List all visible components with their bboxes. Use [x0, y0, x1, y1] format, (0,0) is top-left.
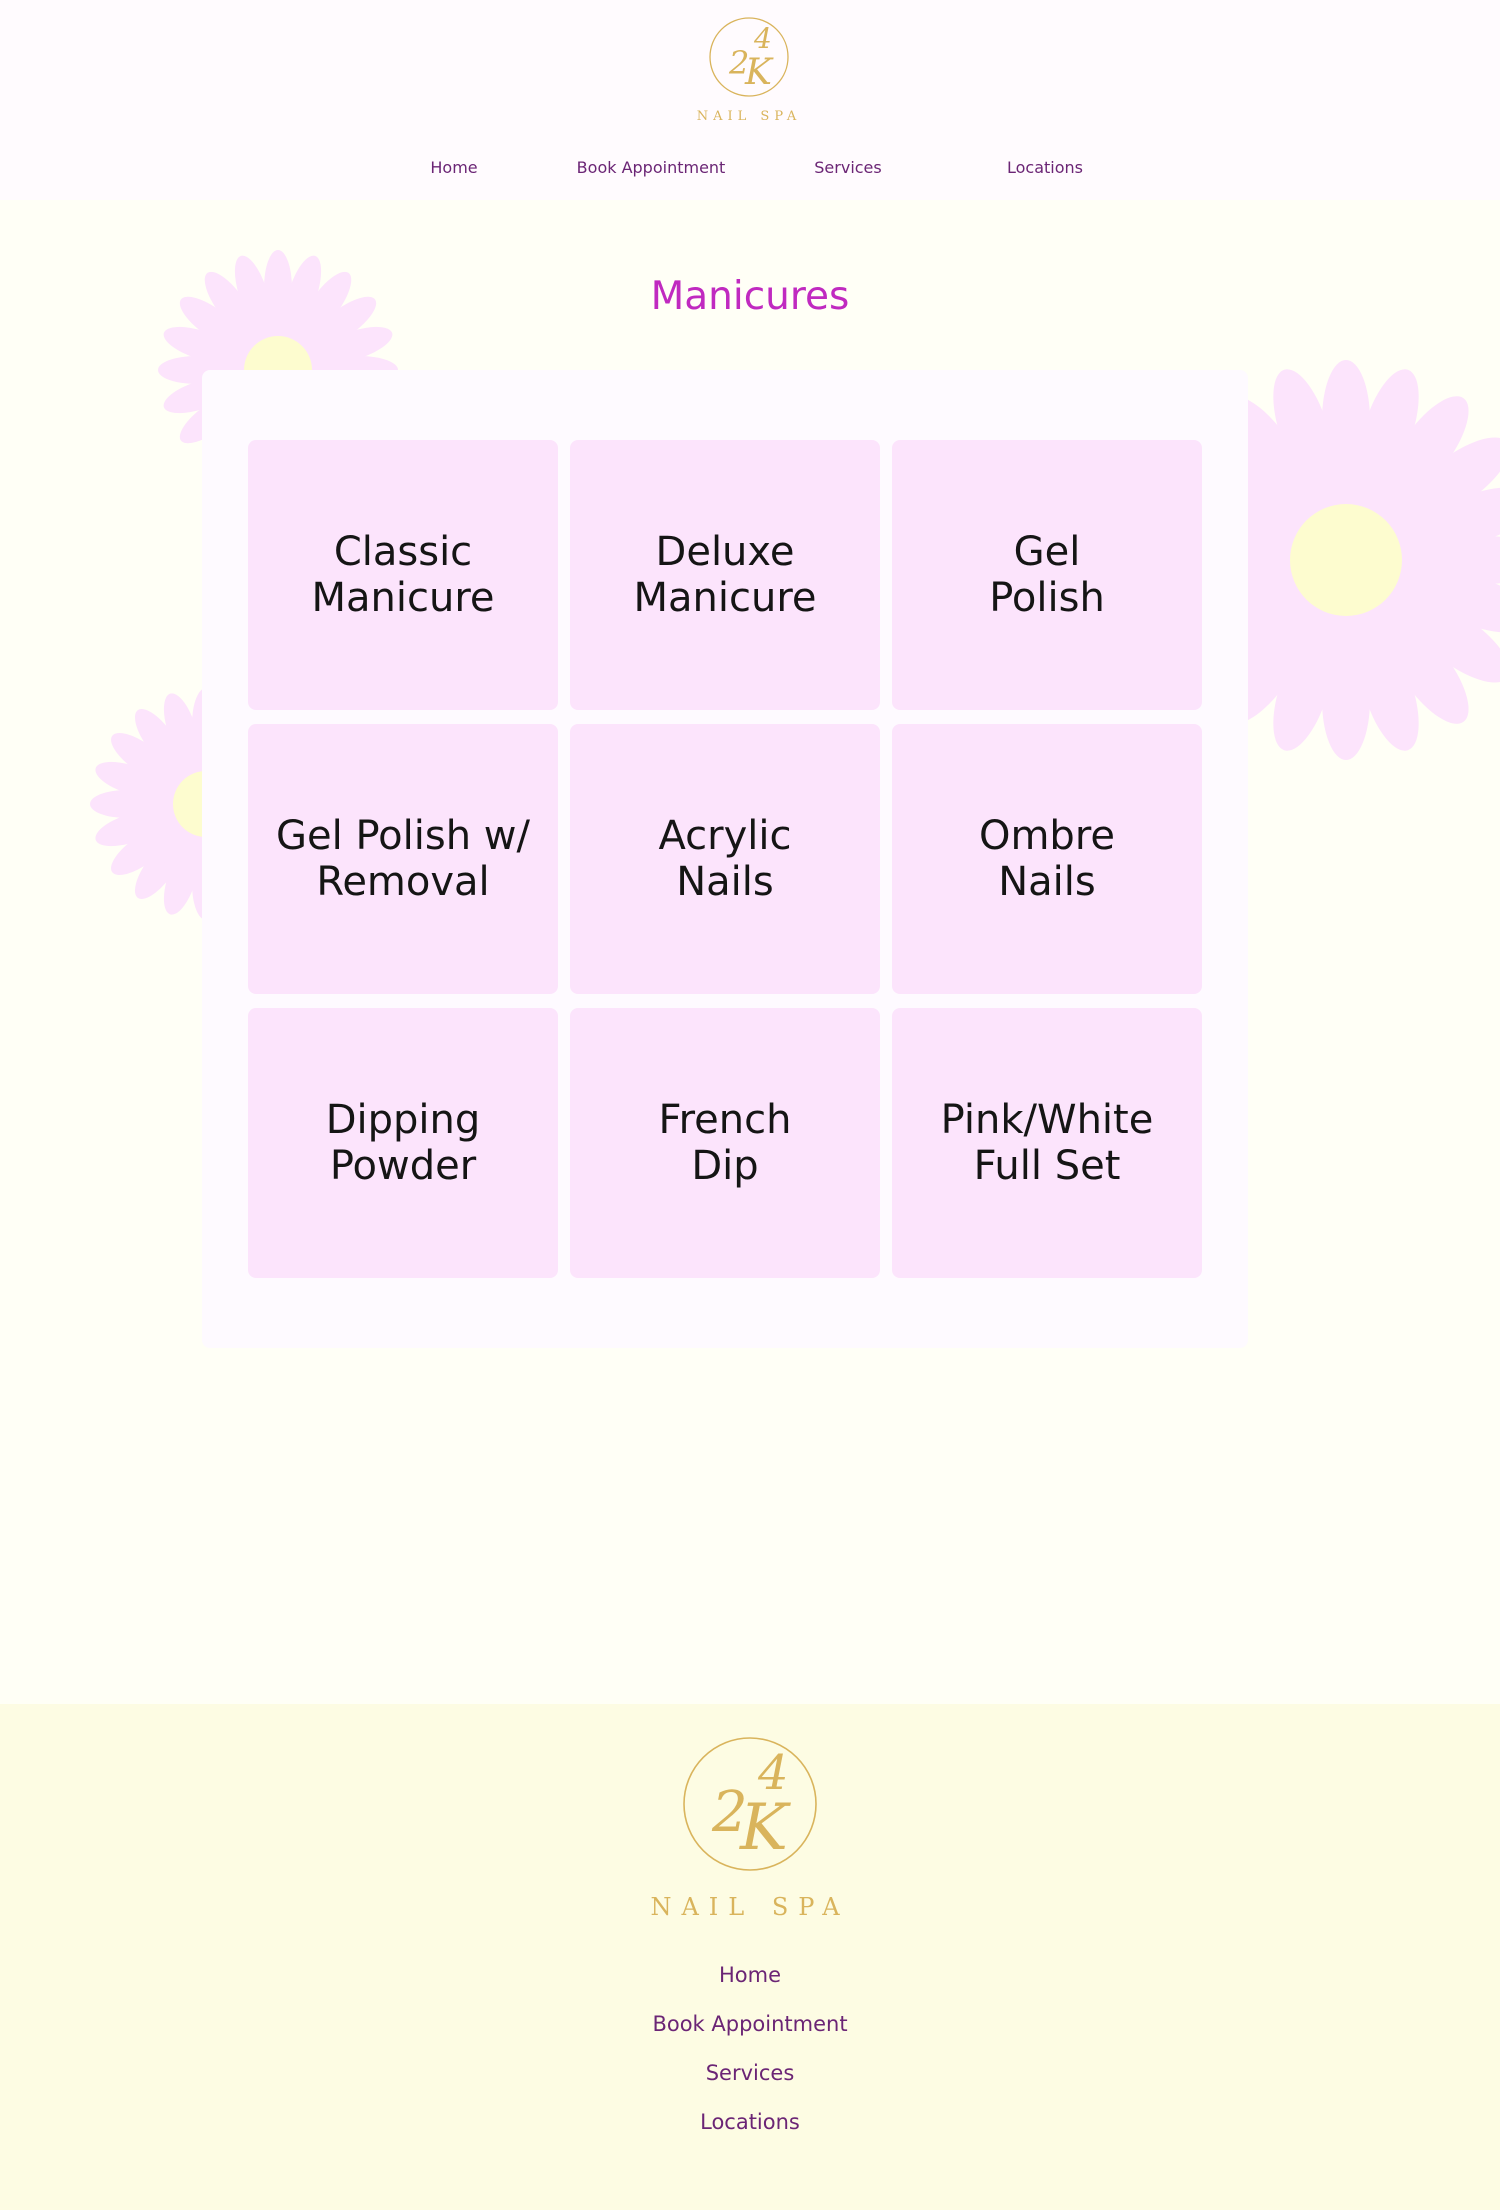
- service-tile-pink-white-full-set[interactable]: Pink/White Full Set: [892, 1008, 1202, 1278]
- footer-link-services[interactable]: Services: [0, 2061, 1500, 2085]
- service-label: Gel Polish w/Removal: [276, 813, 530, 905]
- logo-wordmark: NAIL SPA: [697, 109, 801, 124]
- services-panel: Classic Manicure Deluxe Manicure Gel Polish…: [202, 370, 1248, 1348]
- brand-logo[interactable]: 4 2 K NAIL SPA: [650, 1731, 850, 1921]
- logo-monogram-right: K: [744, 52, 774, 93]
- nav-services[interactable]: Services: [758, 158, 938, 177]
- logo-monogram-top: 4: [753, 22, 772, 55]
- service-tile-french-dip[interactable]: French Dip: [570, 1008, 880, 1278]
- page-title: Manicures: [650, 274, 850, 319]
- flower-center: [1290, 504, 1402, 616]
- logo-monogram-right: K: [739, 1791, 791, 1865]
- service-tile-classic-manicure[interactable]: Classic Manicure: [248, 440, 558, 710]
- service-label: French Dip: [658, 1097, 792, 1189]
- footer-link-locations[interactable]: Locations: [0, 2110, 1500, 2134]
- service-tile-ombre-nails[interactable]: Ombre Nails: [892, 724, 1202, 994]
- service-tile-deluxe-manicure[interactable]: Deluxe Manicure: [570, 440, 880, 710]
- service-label: Ombre Nails: [978, 813, 1115, 905]
- nav-book-appointment[interactable]: Book Appointment: [561, 158, 741, 177]
- service-tile-dipping-powder[interactable]: Dipping Powder: [248, 1008, 558, 1278]
- service-tile-gel-polish[interactable]: Gel Polish: [892, 440, 1202, 710]
- site-footer: 4 2 K NAIL SPA Home Book Appointment Ser…: [0, 1704, 1500, 2210]
- logo-wordmark: NAIL SPA: [650, 1893, 849, 1921]
- footer-link-book-appointment[interactable]: Book Appointment: [0, 2012, 1500, 2036]
- service-label: Acrylic Nails: [658, 813, 792, 905]
- service-label: Pink/White Full Set: [940, 1097, 1154, 1189]
- service-label: Deluxe Manicure: [633, 529, 817, 621]
- brand-logo[interactable]: 4 2 K NAIL SPA: [697, 14, 801, 126]
- top-nav: Home Book Appointment Services Locations: [0, 158, 1500, 182]
- service-label: Dipping Powder: [325, 1097, 481, 1189]
- site-header: 4 2 K NAIL SPA Home Book Appointment Ser…: [0, 0, 1500, 200]
- nav-locations[interactable]: Locations: [955, 158, 1135, 177]
- service-tile-gel-polish-removal[interactable]: Gel Polish w/Removal: [248, 724, 558, 994]
- service-label: Classic Manicure: [311, 529, 495, 621]
- service-label: Gel Polish: [989, 529, 1105, 621]
- service-tile-acrylic-nails[interactable]: Acrylic Nails: [570, 724, 880, 994]
- nav-home[interactable]: Home: [364, 158, 544, 177]
- footer-link-home[interactable]: Home: [0, 1963, 1500, 1987]
